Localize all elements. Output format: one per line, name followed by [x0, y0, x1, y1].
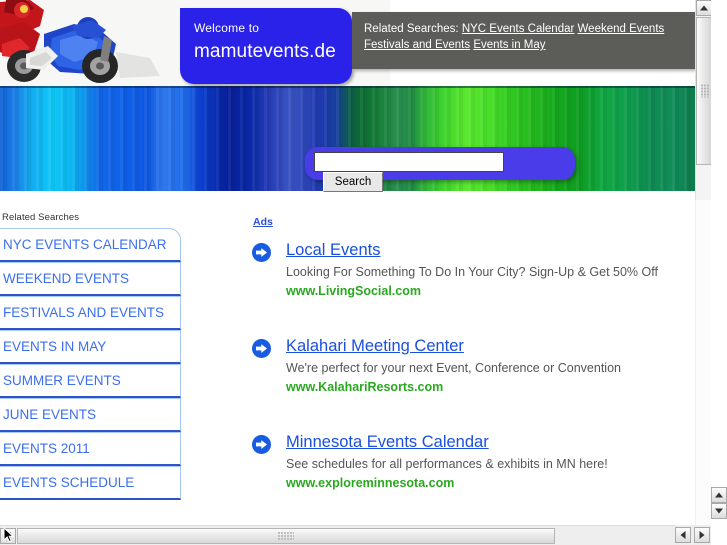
- scroll-thumb-grip-icon: [278, 532, 294, 540]
- related-searches-plate: Related Searches: NYC Events Calendar We…: [352, 12, 708, 69]
- ads-label-link[interactable]: Ads: [253, 216, 273, 228]
- rail-item-label: EVENTS 2011: [3, 441, 90, 456]
- arrow-right-circle-icon: [252, 339, 271, 358]
- corner-scroll-right-button[interactable]: [694, 527, 710, 543]
- ad-display-url[interactable]: www.LivingSocial.com: [286, 283, 711, 300]
- related-searches-label: Related Searches:: [364, 23, 459, 35]
- rail-item-events-2011[interactable]: EVENTS 2011: [0, 432, 181, 466]
- mouse-cursor-icon: [3, 526, 15, 543]
- rail-item-label: EVENTS SCHEDULE: [3, 475, 135, 490]
- rail-title: Related Searches: [2, 212, 80, 223]
- page-vertical-scrollbar[interactable]: [711, 0, 727, 545]
- rail-item-label: NYC EVENTS CALENDAR: [3, 237, 167, 252]
- page-vertical-scroll-buttons[interactable]: [711, 487, 727, 521]
- scroll-thumb-grip-icon: [701, 84, 709, 98]
- related-searches-rail: Related Searches NYC EVENTS CALENDAR WEE…: [0, 212, 181, 500]
- rail-item-events-schedule[interactable]: EVENTS SCHEDULE: [0, 466, 181, 500]
- banner-iframe: Welcome to mamutevents.de Related Search…: [0, 0, 711, 200]
- rail-item-summer-events[interactable]: SUMMER EVENTS: [0, 364, 181, 398]
- search-pod: Search: [305, 147, 575, 192]
- banner-vertical-scrollbar[interactable]: [695, 0, 711, 200]
- rail-item-nyc-events-calendar[interactable]: NYC EVENTS CALENDAR: [0, 228, 181, 262]
- welcome-plate: Welcome to mamutevents.de: [180, 8, 352, 84]
- page-horizontal-scroll-buttons[interactable]: [675, 525, 711, 545]
- ad-display-url[interactable]: www.KalahariResorts.com: [286, 379, 711, 396]
- ad-display-url[interactable]: www.exploreminnesota.com: [286, 475, 711, 492]
- ad-title-link[interactable]: Local Events: [286, 240, 380, 260]
- rail-item-label: SUMMER EVENTS: [3, 373, 121, 388]
- ad-description: See schedules for all performances & exh…: [286, 457, 608, 471]
- welcome-prefix-text: Welcome to: [194, 21, 260, 35]
- related-search-link-1[interactable]: Weekend Events: [578, 23, 665, 35]
- ad-description: Looking For Something To Do In Your City…: [286, 265, 658, 279]
- site-domain-title: mamutevents.de: [194, 41, 336, 62]
- page-scroll-up-button[interactable]: [711, 487, 727, 503]
- page-horizontal-scroll-thumb[interactable]: [17, 528, 555, 544]
- rail-item-june-events[interactable]: JUNE EVENTS: [0, 398, 181, 432]
- banner-scroll-up-button[interactable]: [696, 0, 711, 16]
- ad-title-link[interactable]: Minnesota Events Calendar: [286, 432, 489, 452]
- search-input[interactable]: [314, 152, 504, 172]
- search-button[interactable]: Search: [323, 172, 383, 192]
- motocross-rider-illustration: [0, 0, 180, 86]
- rail-item-weekend-events[interactable]: WEEKEND EVENTS: [0, 262, 181, 296]
- rail-item-label: JUNE EVENTS: [3, 407, 97, 422]
- browser-page-viewport: Welcome to mamutevents.de Related Search…: [0, 0, 727, 545]
- ads-column: Ads Local Events Looking For Something T…: [250, 212, 711, 525]
- chevron-up-icon: [700, 5, 708, 11]
- rail-item-label: WEEKEND EVENTS: [3, 271, 130, 286]
- rail-item-festivals-and-events[interactable]: FESTIVALS AND EVENTS: [0, 296, 181, 330]
- banner-vertical-scroll-thumb[interactable]: [696, 17, 711, 165]
- related-search-link-0[interactable]: NYC Events Calendar: [462, 23, 575, 35]
- chevron-right-icon: [699, 531, 705, 539]
- rail-item-events-in-may[interactable]: EVENTS IN MAY: [0, 330, 181, 364]
- results-vertical-scroll-track[interactable]: [695, 200, 711, 525]
- stripe-top-divider: [0, 86, 711, 88]
- rail-item-label: FESTIVALS AND EVENTS: [3, 305, 165, 320]
- chevron-down-icon: [715, 508, 723, 514]
- arrow-right-circle-icon: [252, 435, 271, 454]
- page-scroll-down-button[interactable]: [711, 503, 727, 519]
- related-search-link-2[interactable]: Festivals and Events: [364, 39, 470, 51]
- chevron-up-icon: [715, 492, 723, 498]
- ad-title-link[interactable]: Kalahari Meeting Center: [286, 336, 464, 356]
- ad-item: Minnesota Events Calendar See schedules …: [250, 432, 711, 492]
- corner-scroll-left-button[interactable]: [675, 527, 691, 543]
- search-results-frame: Related Searches NYC EVENTS CALENDAR WEE…: [0, 200, 711, 525]
- page-horizontal-scrollbar[interactable]: [0, 525, 711, 545]
- ad-description: We're perfect for your next Event, Confe…: [286, 361, 621, 375]
- arrow-right-circle-icon: [252, 243, 271, 262]
- chevron-left-icon: [680, 531, 686, 539]
- ad-item: Kalahari Meeting Center We're perfect fo…: [250, 336, 711, 396]
- related-search-link-3[interactable]: Events in May: [473, 39, 545, 51]
- ad-item: Local Events Looking For Something To Do…: [250, 240, 711, 300]
- rail-item-label: EVENTS IN MAY: [3, 339, 107, 354]
